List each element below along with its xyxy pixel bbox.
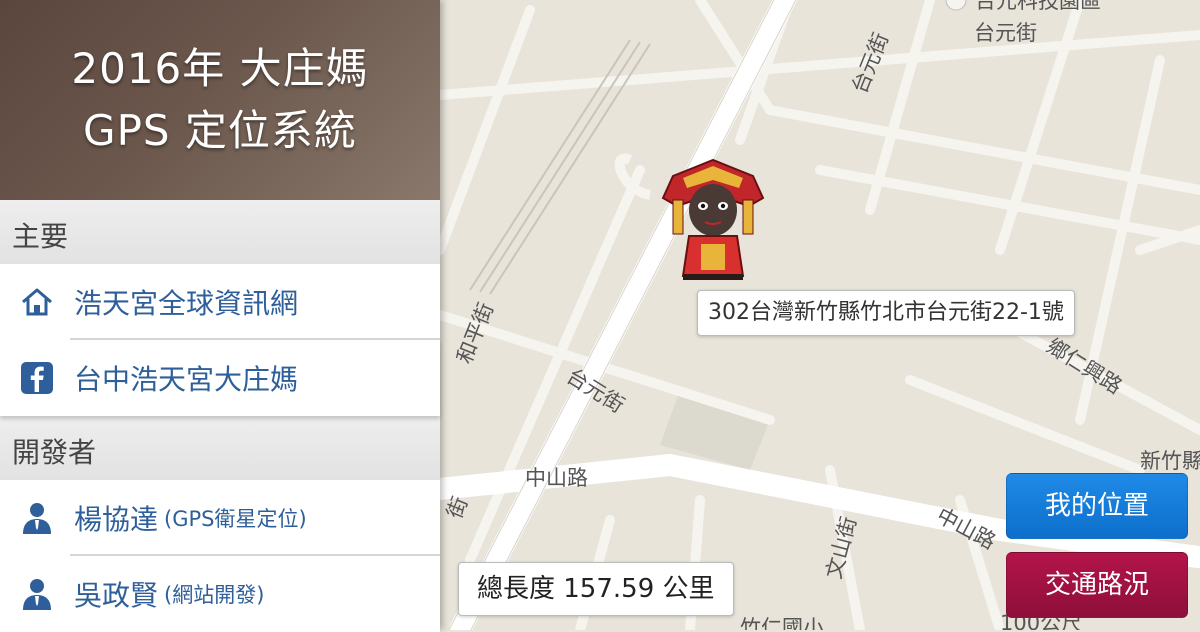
my-location-button[interactable]: 我的位置 [1006,473,1188,539]
sidebar: 2016年 大庄媽 GPS 定位系統 主要 浩天宮全球資訊網 台中浩天宮大庄媽 … [0,0,440,632]
traffic-button[interactable]: 交通路況 [1006,552,1188,618]
sidebar-item-label: 台中浩天宮大庄媽 [74,363,299,396]
map-label-taiyuan-top: 台元街 [974,21,1037,45]
developer-name: 吳政賢 [74,579,159,612]
developer-role: (網站開發) [164,583,265,607]
home-icon [0,286,74,318]
developer-role: (GPS衛星定位) [164,507,307,531]
sidebar-item-developer-2[interactable]: 吳政賢 (網站開發) [0,556,440,632]
facebook-icon [0,362,74,394]
total-length-label: 總長度 157.59 公里 [458,562,734,616]
sidebar-item-website[interactable]: 浩天宮全球資訊網 [0,264,440,340]
user-icon [0,577,74,611]
app-header: 2016年 大庄媽 GPS 定位系統 [0,0,440,200]
developer-name: 楊協達 [74,503,159,536]
map-label-taiyuan-park: 台元科技園區 [975,0,1101,13]
section-developer-title: 開發者 [0,416,440,480]
section-main-title: 主要 [0,200,440,264]
app-title-line1: 2016年 大庄媽 [71,44,369,93]
sidebar-item-facebook[interactable]: 台中浩天宮大庄媽 [0,340,440,416]
map-label-zhongshan-left: 中山路 [525,466,588,490]
map-label-xinzhu: 新竹縣 [1140,449,1200,473]
app-title-line2: GPS 定位系統 [83,106,357,155]
map-view[interactable]: 台元科技園區 台元街 台元街 和平街 台元街 鄉仁興路 中山路 中山路 文山街 … [440,0,1200,630]
sidebar-item-developer-1[interactable]: 楊協達 (GPS衛星定位) [0,480,440,556]
sidebar-item-label: 浩天宮全球資訊網 [74,287,299,320]
address-tooltip: 302台灣新竹縣竹北市台元街22-1號 [697,290,1075,336]
map-label-school: 竹仁國小 [740,616,824,630]
mazu-marker-icon[interactable] [653,158,773,282]
user-icon [0,501,74,535]
